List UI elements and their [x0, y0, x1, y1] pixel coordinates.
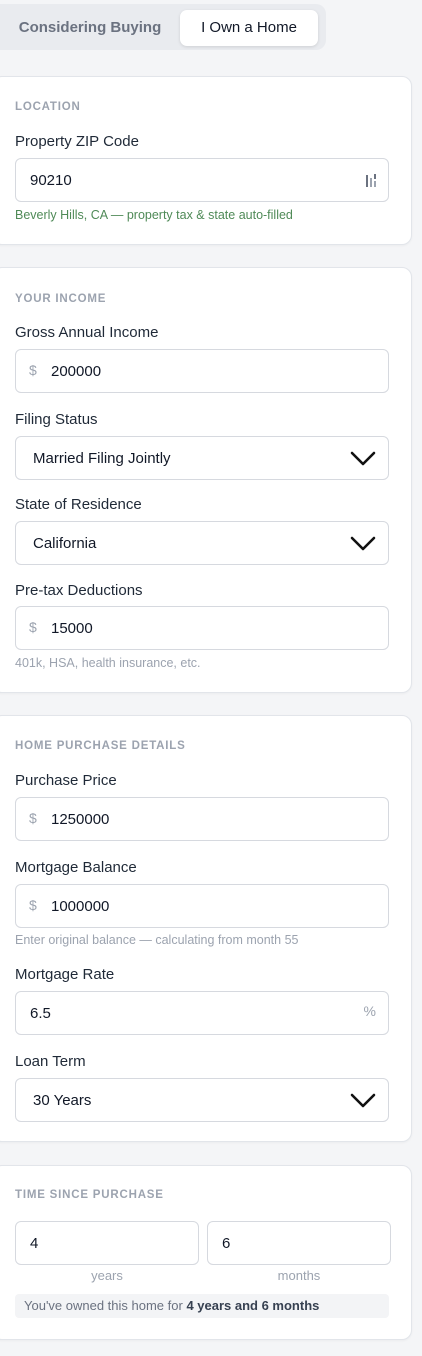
mortgage-balance-value: 1000000 [51, 898, 110, 915]
gross-income-label: Gross Annual Income [15, 324, 159, 341]
gross-income-field[interactable]: $ 200000 [15, 349, 389, 393]
pretax-field[interactable]: $ 15000 [15, 606, 389, 650]
time-since-purchase-card: TIME SINCE PURCHASE 4 6 years months You… [0, 1165, 412, 1340]
tab-i-own-a-home[interactable]: I Own a Home [180, 10, 318, 46]
currency-prefix: $ [29, 810, 37, 826]
months-value: 6 [222, 1235, 231, 1252]
currency-prefix: $ [29, 897, 37, 913]
home-details-card: HOME PURCHASE DETAILS Purchase Price $ 1… [0, 715, 412, 1142]
months-unit-label: months [277, 1268, 321, 1283]
mortgage-balance-hint: Enter original balance — calculating fro… [15, 933, 299, 947]
income-card: YOUR INCOME Gross Annual Income $ 200000… [0, 267, 412, 693]
mortgage-balance-label: Mortgage Balance [15, 859, 137, 876]
gross-income-value: 200000 [51, 363, 102, 380]
chevron-down-icon [350, 536, 376, 551]
currency-prefix: $ [29, 619, 37, 635]
purchase-price-label: Purchase Price [15, 772, 117, 789]
mortgage-rate-value: 6.5 [30, 1005, 51, 1022]
location-card: LOCATION Property ZIP Code 90210 Beverly… [0, 76, 412, 245]
chevron-down-icon [350, 1093, 376, 1108]
state-value: California [33, 535, 97, 552]
state-label: State of Residence [15, 496, 142, 513]
chevron-down-icon [350, 451, 376, 466]
pretax-hint: 401k, HSA, health insurance, etc. [15, 656, 201, 670]
years-value: 4 [30, 1235, 39, 1252]
years-field[interactable]: 4 [15, 1221, 199, 1265]
ownership-duration: 4 years and 6 months [186, 1298, 320, 1313]
pretax-value: 15000 [51, 620, 93, 637]
filing-status-value: Married Filing Jointly [33, 450, 171, 467]
tab-considering-buying[interactable]: Considering Buying [12, 10, 168, 46]
years-unit-label: years [91, 1268, 123, 1283]
section-label-time: TIME SINCE PURCHASE [15, 1189, 164, 1201]
currency-prefix: $ [29, 362, 37, 378]
percent-suffix: % [363, 1003, 376, 1019]
filing-status-label: Filing Status [15, 411, 98, 428]
section-label-home: HOME PURCHASE DETAILS [15, 740, 186, 752]
mode-tabs: Considering Buying I Own a Home [0, 4, 326, 50]
zip-value: 90210 [30, 172, 72, 189]
section-label-location: LOCATION [15, 101, 81, 113]
loan-term-value: 30 Years [33, 1092, 92, 1109]
ownership-summary-text: You've owned this home for [24, 1298, 187, 1313]
zip-hint: Beverly Hills, CA — property tax & state… [15, 208, 293, 222]
state-select[interactable]: California [15, 521, 389, 565]
loan-term-label: Loan Term [15, 1053, 86, 1070]
loan-term-select[interactable]: 30 Years [15, 1078, 389, 1122]
purchase-price-value: 1250000 [51, 811, 110, 828]
mortgage-rate-field[interactable]: 6.5 % [15, 991, 389, 1035]
password-manager-icon[interactable] [365, 173, 379, 189]
section-label-income: YOUR INCOME [15, 293, 107, 305]
filing-status-select[interactable]: Married Filing Jointly [15, 436, 389, 480]
pretax-label: Pre-tax Deductions [15, 582, 143, 599]
zip-label: Property ZIP Code [15, 133, 139, 150]
purchase-price-field[interactable]: $ 1250000 [15, 797, 389, 841]
months-field[interactable]: 6 [207, 1221, 391, 1265]
zip-field[interactable]: 90210 [15, 158, 389, 202]
ownership-summary: You've owned this home for 4 years and 6… [15, 1294, 389, 1318]
mortgage-balance-field[interactable]: $ 1000000 [15, 884, 389, 928]
mortgage-rate-label: Mortgage Rate [15, 966, 115, 983]
